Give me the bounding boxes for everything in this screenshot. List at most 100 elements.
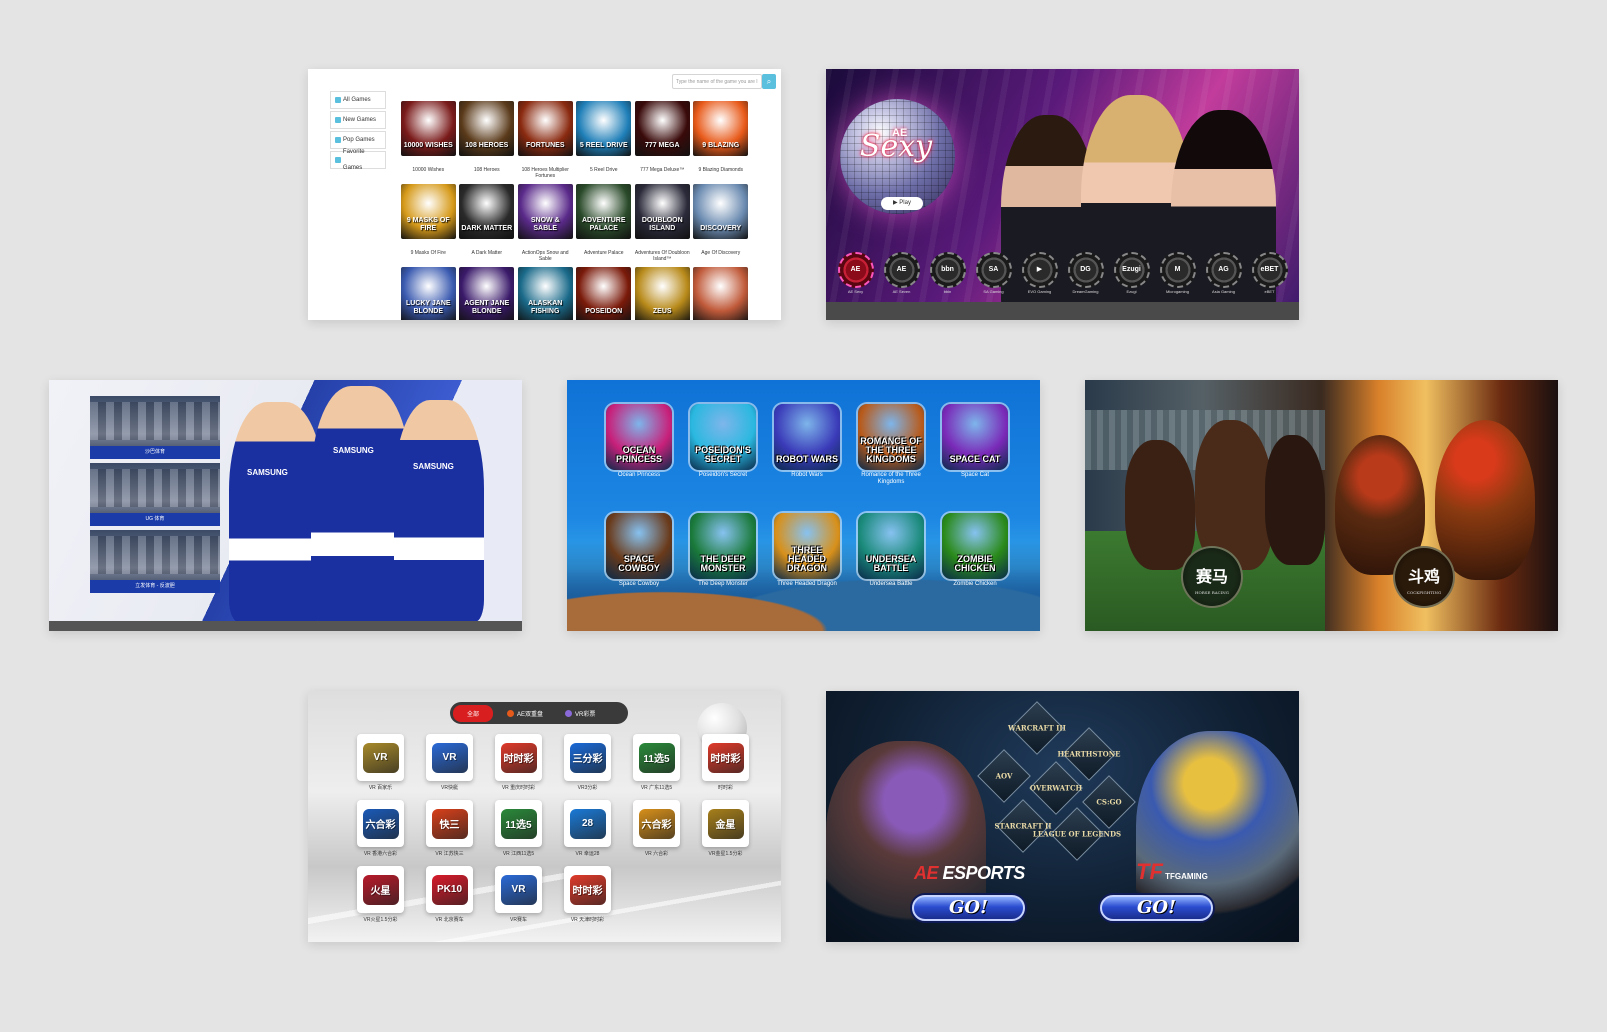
fishing-game-card[interactable]: POSEIDON'S SECRET Poseidon's Secret <box>681 404 765 486</box>
chip-label: bbin <box>943 289 952 294</box>
slot-game-card[interactable]: 5 REEL DRIVE 5 Reel Drive <box>575 101 634 180</box>
fishing-game-card[interactable]: THREE HEADED DRAGON Three Headed Dragon <box>765 513 849 595</box>
rooster-right <box>1435 420 1535 580</box>
slot-game-card[interactable]: DOUBLOON ISLAND Adventures Of Doubloon Is… <box>633 184 692 263</box>
game-tile-overwatch[interactable]: OVERWATCH <box>1029 761 1083 815</box>
provider-chip[interactable]: ▶ EVO Gaming <box>1018 252 1061 294</box>
slot-game-card[interactable]: 108 HEROES 108 Heroes <box>458 101 517 180</box>
football-player-1 <box>229 402 324 622</box>
provider-chip[interactable]: AG Asia Gaming <box>1202 252 1245 294</box>
fishing-game-card[interactable]: ZOMBIE CHICKEN Zombie Chicken <box>933 513 1017 595</box>
slot-game-card[interactable]: DARK MATTER A Dark Matter <box>458 184 517 263</box>
chip-icon: ▶ <box>1021 252 1058 288</box>
provider-chip[interactable]: SA SA Gaming <box>972 252 1015 294</box>
game-name: VR 天津时时彩 <box>570 917 605 923</box>
game-art-title: 11选5 <box>500 808 537 839</box>
slot-game-card[interactable]: 777 MEGA 777 Mega Deluxe™ <box>633 101 692 180</box>
game-art-title: THE DEEP MONSTER <box>700 554 746 573</box>
provider-chip[interactable]: AE AE Sexy <box>834 252 877 294</box>
lottery-game-card[interactable]: 11选5 VR 江西11选5 <box>484 800 553 857</box>
play-button[interactable]: ▶ Play <box>881 197 923 210</box>
game-art-title: 时时彩 <box>569 874 606 905</box>
sportsbook-card-lifa[interactable]: 立发体育 - 反波胆 <box>90 530 220 593</box>
fishing-game-card[interactable]: OCEAN PRINCESS Ocean Princess <box>597 404 681 486</box>
fishing-game-card[interactable]: UNDERSEA BATTLE Undersea Battle <box>849 513 933 595</box>
chip-label: Asia Gaming <box>1212 289 1235 294</box>
lottery-game-card[interactable]: 时时彩 VR 天津时时彩 <box>553 866 622 923</box>
go-button-ae-esports[interactable]: GO! <box>912 895 1025 921</box>
game-tile-aov[interactable]: AOV <box>977 749 1031 803</box>
bottom-bar <box>826 302 1299 320</box>
game-thumbnail: AGENT JANE BLONDE <box>459 267 515 320</box>
chip-label: AE Seven <box>892 289 911 294</box>
lottery-game-card[interactable]: 时时彩 时时彩 <box>691 734 760 791</box>
fishing-game-card[interactable]: SPACE CAT Space Cat <box>933 404 1017 486</box>
sidebar-item-all-games[interactable]: All Games <box>330 91 386 109</box>
slot-game-card[interactable]: ZEUS <box>633 267 692 320</box>
provider-chip[interactable]: AE AE Seven <box>880 252 923 294</box>
slot-game-card[interactable]: 10000 WISHES 10000 Wishes <box>399 101 458 180</box>
lottery-game-card[interactable]: VR VR快艇 <box>415 734 484 791</box>
slot-game-card[interactable]: LUCKY JANE BLONDE <box>399 267 458 320</box>
slot-game-card[interactable]: 9 MASKS OF FIRE 9 Masks Of Fire <box>399 184 458 263</box>
lottery-game-card[interactable]: 28 VR 幸运28 <box>553 800 622 857</box>
fishing-game-card[interactable]: ROBOT WARS Robot Wars <box>765 404 849 486</box>
lottery-game-card[interactable]: 三分彩 VR3分彩 <box>553 734 622 791</box>
vr-lottery-icon <box>565 709 573 717</box>
tab-label: 全部 <box>467 711 480 718</box>
lottery-game-card[interactable]: 火星 VR火星1.5分彩 <box>346 866 415 923</box>
game-art-title: OCEAN PRINCESS <box>615 445 662 464</box>
search-button[interactable]: ⌕ <box>762 74 776 89</box>
fishing-game-card[interactable]: ROMANCE OF THE THREE KINGDOMS Romance of … <box>849 404 933 486</box>
horse-racing-button[interactable]: 赛马 HORSE RACING <box>1181 546 1243 608</box>
tf-gaming-logo: TF TFGAMING <box>1136 859 1208 885</box>
provider-chip[interactable]: M Microgaming <box>1156 252 1199 294</box>
provider-chip-row: AE AE Sexy AE AE Seven bbn bbin SA SA Gaming ▶ EV… <box>834 252 1291 294</box>
cockfighting-button[interactable]: 斗鸡 COCKFIGHTING <box>1393 546 1455 608</box>
football-player-3 <box>394 400 484 622</box>
slot-game-card[interactable]: DISCOVERY Age Of Discovery <box>692 184 751 263</box>
game-tile-starcraft[interactable]: STARCRAFT II <box>994 799 1052 853</box>
sportsbook-card-ug[interactable]: UG 体育 <box>90 463 220 526</box>
slot-game-card[interactable]: ADVENTURE PALACE Adventure Palace <box>575 184 634 263</box>
slot-game-card[interactable]: AGENT JANE BLONDE <box>458 267 517 320</box>
game-art-title: ROBOT WARS <box>776 454 838 464</box>
game-art-title: 11选5 <box>638 742 675 773</box>
go-button-tf-gaming[interactable]: GO! <box>1100 895 1213 921</box>
sidebar-item-new-games[interactable]: New Games <box>330 111 386 129</box>
chip-icon: SA <box>975 252 1012 288</box>
provider-chip[interactable]: DG DreamGaming <box>1064 252 1107 294</box>
slot-game-card[interactable] <box>692 267 751 320</box>
tab-ae-double[interactable]: AE双重盘 <box>499 706 551 721</box>
sportsbook-card-saba[interactable]: 沙巴体育 <box>90 396 220 459</box>
sidebar-item-label: Favorite Games <box>342 149 365 171</box>
slot-game-card[interactable]: FORTUNES 108 Heroes Multiplier Fortunes <box>516 101 575 180</box>
search-input[interactable]: Type the name of the game you are l <box>672 74 762 89</box>
provider-chip[interactable]: eBET eBET <box>1248 252 1291 294</box>
tab-all[interactable]: 全部 <box>453 704 494 722</box>
slot-game-card[interactable]: ALASKAN FISHING <box>516 267 575 320</box>
game-tile-warcraft[interactable]: WARCRAFT III <box>1008 701 1066 755</box>
fishing-game-card[interactable]: THE DEEP MONSTER The Deep Monster <box>681 513 765 595</box>
slot-game-card[interactable]: SNOW & SABLE ActionOps Snow and Sable <box>516 184 575 263</box>
lottery-game-card[interactable]: PK10 VR 北京赛车 <box>415 866 484 923</box>
game-tile-hearthstone[interactable]: HEARTHSTONE <box>1058 727 1121 781</box>
lottery-game-card[interactable]: VR VR赛车 <box>484 866 553 923</box>
lottery-game-card[interactable]: 金星 VR金星1.5分彩 <box>691 800 760 857</box>
tab-vr-lottery[interactable]: VR彩票 <box>557 706 603 721</box>
game-icon: 快三 <box>426 800 473 847</box>
lottery-game-card[interactable]: 时时彩 VR 重庆时时彩 <box>484 734 553 791</box>
provider-chip[interactable]: bbn bbin <box>926 252 969 294</box>
lottery-game-card[interactable]: 六合彩 VR 香港六合彩 <box>346 800 415 857</box>
slot-game-card[interactable]: POSEIDON <box>575 267 634 320</box>
game-name: 10000 Wishes <box>412 167 445 173</box>
provider-chip[interactable]: Ezugi Ezugi <box>1110 252 1153 294</box>
lottery-game-card[interactable]: 11选5 VR 广东11选5 <box>622 734 691 791</box>
fishing-game-card[interactable]: SPACE COWBOY Space Cowboy <box>597 513 681 595</box>
lottery-game-card[interactable]: VR VR 百家乐 <box>346 734 415 791</box>
sportsbook-card-label: 沙巴体育 <box>90 446 220 459</box>
lottery-game-card[interactable]: 快三 VR 江苏快三 <box>415 800 484 857</box>
lottery-game-card[interactable]: 六合彩 VR 六合彩 <box>622 800 691 857</box>
sidebar-item-favorite-games[interactable]: Favorite Games <box>330 149 386 171</box>
slot-game-card[interactable]: 9 BLAZING 9 Blazing Diamonds <box>692 101 751 180</box>
